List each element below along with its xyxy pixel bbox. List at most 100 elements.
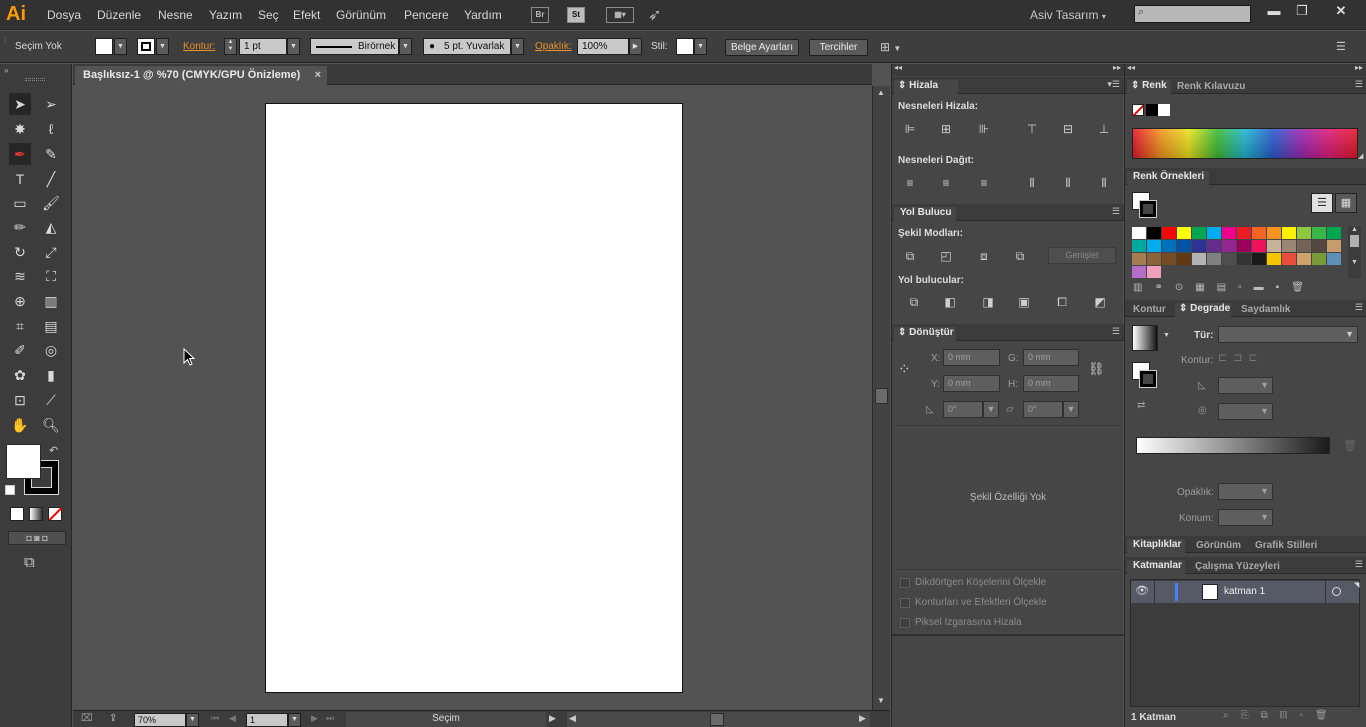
aspect-ratio-input[interactable]: ▼ <box>1218 403 1273 420</box>
y-input[interactable]: 0 mm <box>943 375 1000 392</box>
color-swatch[interactable] <box>1192 240 1206 252</box>
canvas-area[interactable] <box>73 86 872 710</box>
eraser-tool-icon[interactable]: ◭ <box>40 216 62 238</box>
fill-swatch[interactable] <box>95 38 113 55</box>
scale-tool-icon[interactable]: ⤢ <box>40 241 62 263</box>
toolbox-collapse-icon[interactable]: » <box>4 66 8 75</box>
h-input[interactable]: 0 mm <box>1023 375 1079 392</box>
last-artboard-icon[interactable]: ⏭ <box>326 713 334 724</box>
color-swatch[interactable] <box>1237 253 1251 265</box>
distribute-left-icon[interactable]: ⦀ <box>1023 175 1041 191</box>
zoom-dropdown[interactable]: ▼ <box>186 713 199 727</box>
target-icon[interactable] <box>1332 587 1341 596</box>
color-swatch[interactable] <box>1237 240 1251 252</box>
scale-strokes-checkbox[interactable] <box>900 598 910 608</box>
distribute-bottom-icon[interactable]: ≡ <box>975 175 993 191</box>
zoom-input[interactable]: 70% <box>134 713 186 727</box>
export-icon[interactable]: ⇪ <box>109 713 117 724</box>
swatch-scrollbar[interactable]: ▲ ▼ <box>1348 226 1361 278</box>
color-swatch[interactable] <box>1132 227 1146 239</box>
menu-help[interactable]: Yardım <box>464 8 502 22</box>
color-swatch[interactable] <box>1237 227 1251 239</box>
none-color-icon[interactable] <box>1132 104 1144 116</box>
scroll-right-icon[interactable]: ▶ <box>859 713 866 724</box>
swatch-actions-icons[interactable]: ▥⚭⊙▦▤▫▬▪🗑 <box>1133 282 1359 294</box>
graphic-styles-tab[interactable]: Grafik Stilleri <box>1255 540 1317 551</box>
outline-icon[interactable]: ⧠ <box>1053 294 1071 310</box>
scroll-up-icon[interactable]: ▲ <box>877 88 885 97</box>
brush-dropdown[interactable]: ▼ <box>511 38 524 55</box>
align-left-icon[interactable]: ⊫ <box>901 121 919 137</box>
color-swatch[interactable] <box>1297 227 1311 239</box>
color-mode-icon[interactable] <box>10 507 24 521</box>
gradient-mode-icon[interactable] <box>29 507 43 521</box>
default-colors-icon[interactable] <box>5 485 15 495</box>
color-swatch[interactable] <box>1327 240 1341 252</box>
gradient-tab[interactable]: ⇕ Degrade <box>1175 303 1231 318</box>
workspace-switcher[interactable]: Asiv Tasarım ▾ <box>1030 8 1106 22</box>
constrain-proportions-icon[interactable]: ⛓ <box>1088 361 1105 377</box>
minimize-button[interactable]: ▬ <box>1262 3 1286 19</box>
exclude-icon[interactable]: ⧉ <box>1011 248 1029 264</box>
transform-tab[interactable]: ⇕ Dönüştür <box>894 327 956 342</box>
dock-expand-icon[interactable]: ◂◂ <box>894 63 902 72</box>
color-swatch[interactable] <box>1252 240 1266 252</box>
stroke-weight-stepper[interactable]: ▲ ▼ <box>224 38 237 55</box>
align-top-icon[interactable]: ⊤ <box>1023 121 1041 137</box>
align-panel-menu-icon[interactable]: ▾☰ <box>1107 79 1120 90</box>
color-swatch[interactable] <box>1222 240 1236 252</box>
status-menu-arrow-icon[interactable]: ▶ <box>549 713 556 724</box>
color-spectrum-resize-icon[interactable]: ◢ <box>1358 152 1363 160</box>
grip-icon[interactable]: ⁞ <box>4 35 7 45</box>
horizontal-scrollbar[interactable]: ◀ ▶ <box>567 712 870 727</box>
scroll-left-icon[interactable]: ◀ <box>569 713 576 724</box>
graphic-style-swatch[interactable] <box>676 38 694 55</box>
fill-color-box[interactable] <box>6 444 41 479</box>
gradient-panel-menu-icon[interactable]: ☰ <box>1355 302 1363 313</box>
arrange-documents-icon[interactable]: ▦▾ <box>606 7 634 23</box>
gradient-preset-dropdown-icon[interactable]: ▼ <box>1163 332 1170 339</box>
color-swatch[interactable] <box>1267 240 1281 252</box>
restore-button[interactable]: ❐ <box>1290 3 1314 19</box>
next-artboard-icon[interactable]: ▶ <box>311 713 318 724</box>
color-swatch[interactable] <box>1162 227 1176 239</box>
color-swatch[interactable] <box>1297 253 1311 265</box>
align-tab[interactable]: ⇕ Hizala <box>894 80 958 95</box>
blend-tool-icon[interactable]: ◎ <box>40 339 62 361</box>
color-swatch[interactable] <box>1207 253 1221 265</box>
column-graph-tool-icon[interactable]: ▮ <box>40 364 62 386</box>
reference-point-icon[interactable]: ⁘ <box>898 361 916 379</box>
paintbrush-tool-icon[interactable]: 🖌 <box>40 192 62 214</box>
color-swatch[interactable] <box>1327 227 1341 239</box>
width-tool-icon[interactable]: ≋ <box>9 265 31 287</box>
zoom-tool-icon[interactable]: 🔍︎ <box>40 414 62 436</box>
horizontal-scroll-thumb[interactable] <box>710 713 724 726</box>
magic-wand-tool-icon[interactable]: ✸ <box>9 118 31 140</box>
distribute-horizontal-center-icon[interactable]: ⦀ <box>1059 175 1077 191</box>
color-swatch[interactable] <box>1282 227 1296 239</box>
rectangle-tool-icon[interactable]: ▭ <box>9 192 31 214</box>
shear-angle-dropdown[interactable]: ▼ <box>1063 401 1079 418</box>
gradient-stroke-modes-icons[interactable]: ⊏⊐⊏ <box>1218 351 1288 368</box>
color-swatch[interactable] <box>1207 240 1221 252</box>
opacity-label[interactable]: Opaklık: <box>535 41 572 52</box>
vertical-scrollbar[interactable]: ▲ ▼ <box>872 86 890 710</box>
right-dock-collapse-icon[interactable]: ▸▸ <box>1355 63 1363 72</box>
list-view-icon[interactable]: ☰ <box>1311 193 1333 213</box>
color-swatch[interactable] <box>1327 253 1341 265</box>
menu-object[interactable]: Nesne <box>158 8 193 22</box>
stroke-panel-tab[interactable]: Kontur <box>1133 304 1166 315</box>
gradient-angle-input[interactable]: ▼ <box>1218 377 1273 394</box>
opacity-input[interactable]: 100% <box>577 38 629 55</box>
stroke-weight-dropdown[interactable]: ▼ <box>287 38 300 55</box>
color-swatch[interactable] <box>1312 227 1326 239</box>
free-transform-tool-icon[interactable]: ⛶ <box>40 265 62 287</box>
color-guide-tab[interactable]: Renk Kılavuzu <box>1177 81 1245 92</box>
color-swatch[interactable] <box>1147 266 1161 278</box>
gradient-location-input[interactable]: ▼ <box>1218 509 1273 526</box>
gradient-preview-box[interactable] <box>1132 325 1158 351</box>
direct-selection-tool-icon[interactable]: ➢ <box>40 93 62 115</box>
swatch-scroll-up-icon[interactable]: ▲ <box>1348 226 1361 233</box>
first-artboard-icon[interactable]: ⏮ <box>211 713 219 724</box>
lasso-tool-icon[interactable]: ℓ <box>40 118 62 140</box>
